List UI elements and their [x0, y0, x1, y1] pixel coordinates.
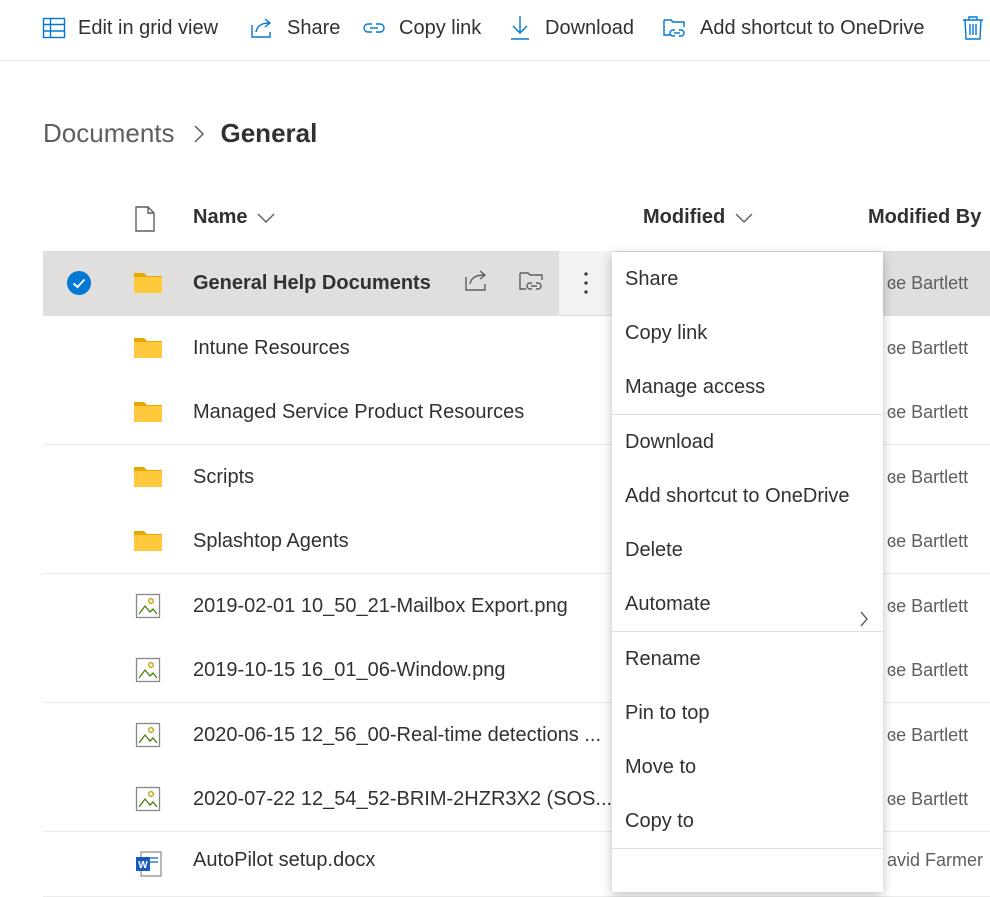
download-label: Download — [545, 16, 634, 39]
share-button[interactable]: Share — [250, 13, 340, 43]
menu-item-share[interactable]: Share — [612, 252, 883, 306]
download-icon — [511, 16, 529, 40]
modified-by: avid Farmer — [887, 850, 984, 870]
folder-icon — [133, 334, 163, 365]
file-name[interactable]: 2020-06-15 12_56_00-Real-time detections… — [193, 703, 613, 767]
column-name-label: Name — [193, 206, 248, 228]
download-button[interactable]: Download — [509, 13, 634, 43]
modified-by: ɞe Bartlett — [887, 467, 969, 487]
file-name[interactable]: Scripts — [193, 445, 613, 509]
file-name[interactable]: Splashtop Agents — [193, 509, 613, 573]
column-modified-by-label: Modified By — [868, 206, 982, 228]
column-name[interactable]: Name — [193, 206, 275, 229]
copy-link-label: Copy link — [399, 16, 482, 39]
add-shortcut-label: Add shortcut to OneDrive — [700, 16, 925, 39]
command-bar: Edit in grid view Share Copy link Downlo… — [0, 0, 990, 61]
folder-icon — [133, 398, 163, 429]
add-shortcut-button[interactable]: Add shortcut to OneDrive — [662, 13, 925, 43]
menu-item-manage-access[interactable]: Manage access — [612, 360, 883, 414]
menu-item-rename[interactable]: Rename — [612, 632, 883, 686]
menu-item-automate-label: Automate — [625, 593, 711, 615]
file-name[interactable]: Intune Resources — [193, 316, 613, 380]
modified-by: ɞe Bartlett — [887, 402, 969, 422]
menu-item-download[interactable]: Download — [612, 415, 883, 469]
more-actions-button[interactable] — [559, 251, 613, 315]
file-type-icon[interactable] — [134, 206, 156, 237]
file-name[interactable]: General Help Documents — [193, 251, 463, 315]
trash-icon — [963, 16, 983, 40]
menu-item-delete[interactable]: Delete — [612, 523, 883, 577]
folder-icon — [133, 269, 163, 300]
share-icon[interactable] — [464, 267, 490, 298]
folder-icon — [133, 527, 163, 558]
breadcrumb-documents[interactable]: Documents — [43, 118, 175, 149]
image-file-icon — [135, 593, 161, 624]
grid-icon — [42, 17, 66, 39]
link-icon — [363, 23, 385, 33]
image-file-icon — [135, 722, 161, 753]
file-name[interactable]: 2019-10-15 16_01_06-Window.png — [193, 638, 613, 702]
file-name[interactable]: AutoPilot setup.docx — [193, 828, 613, 892]
folder-shortcut-icon — [663, 19, 685, 37]
list-header: Name Modified Modified By — [43, 186, 990, 252]
copy-link-button[interactable]: Copy link — [362, 13, 481, 43]
folder-shortcut-icon[interactable] — [518, 267, 546, 300]
file-name[interactable]: 2020-07-22 12_54_52-BRIM-2HZR3X2 (SOS... — [193, 767, 613, 831]
menu-item-add-shortcut[interactable]: Add shortcut to OneDrive — [612, 469, 883, 523]
folder-icon — [133, 463, 163, 494]
menu-item-copy-link[interactable]: Copy link — [612, 306, 883, 360]
checkmark-circle-icon[interactable] — [66, 270, 92, 296]
menu-item-copy-to[interactable]: Copy to — [612, 794, 883, 848]
chevron-down-icon — [735, 213, 753, 223]
modified-by: ɞe Bartlett — [887, 789, 969, 809]
modified-by: ɞe Bartlett — [887, 338, 969, 358]
modified-by: ɞe Bartlett — [887, 596, 969, 616]
chevron-right-icon — [193, 124, 205, 144]
image-file-icon — [135, 657, 161, 688]
file-name[interactable]: 2019-02-01 10_50_21-Mailbox Export.png — [193, 574, 613, 638]
chevron-down-icon — [257, 213, 275, 223]
modified-by: ɞe Bartlett — [887, 273, 969, 293]
modified-by: ɞe Bartlett — [887, 660, 969, 680]
context-menu: Share Copy link Manage access Download A… — [612, 252, 883, 892]
breadcrumb: Documents General — [43, 118, 317, 149]
more-vertical-icon — [584, 272, 588, 294]
delete-button[interactable] — [961, 13, 990, 43]
menu-divider — [612, 848, 883, 849]
svg-text:W: W — [138, 860, 148, 871]
column-modified-by[interactable]: Modified By — [868, 206, 981, 229]
menu-item-automate[interactable]: Automate — [612, 577, 883, 631]
modified-by: ɞe Bartlett — [887, 531, 969, 551]
breadcrumb-current: General — [220, 118, 318, 148]
column-modified[interactable]: Modified — [643, 206, 753, 229]
share-label: Share — [287, 16, 341, 39]
menu-item-move-to[interactable]: Move to — [612, 740, 883, 794]
menu-item-pin-to-top[interactable]: Pin to top — [612, 686, 883, 740]
image-file-icon — [135, 786, 161, 817]
edit-grid-view-button[interactable]: Edit in grid view — [42, 13, 218, 43]
modified-by: ɞe Bartlett — [887, 725, 969, 745]
column-modified-label: Modified — [643, 206, 726, 228]
share-icon — [251, 18, 272, 38]
file-name[interactable]: Managed Service Product Resources — [193, 380, 613, 444]
edit-grid-view-label: Edit in grid view — [78, 16, 219, 39]
